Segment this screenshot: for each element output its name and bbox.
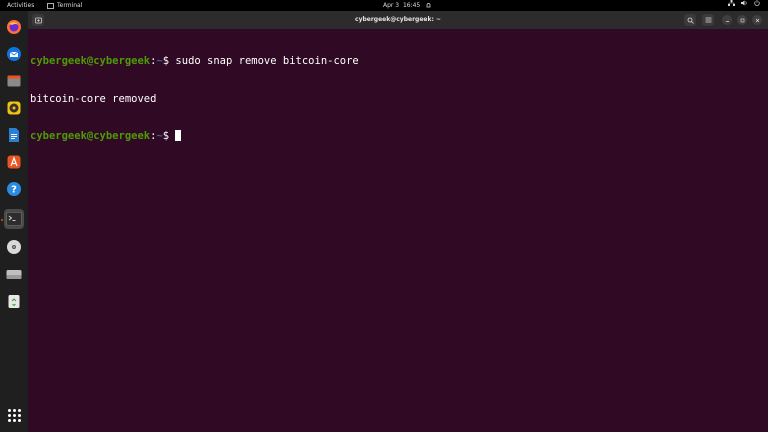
menu-button[interactable]: [702, 14, 714, 26]
dock-optical-disc[interactable]: [4, 237, 24, 257]
terminal-line: cybergeek@cybergeek:~$: [30, 130, 750, 143]
close-icon: [755, 18, 759, 22]
writer-icon: [9, 128, 19, 142]
thunderbird-icon: [7, 47, 21, 61]
dock-rhythmbox[interactable]: [4, 98, 24, 118]
clock[interactable]: Apr 3 16:45: [383, 0, 431, 11]
dock-help[interactable]: ?: [4, 179, 24, 199]
top-bar: Activities Terminal Apr 3 16:45: [0, 0, 768, 11]
app-menu-label: Terminal: [57, 2, 83, 9]
files-icon: [7, 75, 21, 87]
command-output: bitcoin-core removed: [30, 92, 157, 105]
prompt-user-host: cybergeek@cybergeek: [30, 55, 151, 67]
terminal-icon: [6, 212, 22, 226]
system-tray[interactable]: [728, 0, 760, 6]
maximize-button[interactable]: [737, 15, 747, 25]
title-bar[interactable]: cybergeek@cybergeek: ~: [28, 11, 768, 29]
maximize-icon: [740, 18, 744, 22]
trash-icon: [8, 295, 20, 308]
firefox-icon: [7, 20, 21, 34]
dock: ?: [0, 11, 28, 432]
minimize-button[interactable]: [722, 15, 732, 25]
activities-button[interactable]: Activities: [7, 0, 34, 11]
drive-icon: [6, 270, 22, 279]
show-apps-button[interactable]: [8, 409, 21, 422]
dock-app-center[interactable]: [4, 152, 24, 172]
prompt-symbol: $: [162, 130, 176, 142]
clock-time: 16:45: [402, 2, 421, 9]
dock-trash[interactable]: [4, 291, 24, 311]
terminal-line: cybergeek@cybergeek:~$ sudo snap remove …: [30, 55, 750, 68]
terminal-window: cybergeek@cybergeek: ~ cybergeek@cyberge…: [28, 11, 768, 432]
network-icon: [728, 0, 735, 6]
dock-firefox[interactable]: [4, 17, 24, 37]
running-indicator: [1, 219, 3, 221]
dock-writer[interactable]: [4, 125, 24, 145]
optical-disc-icon: [7, 240, 21, 254]
text-cursor: [175, 130, 182, 141]
svg-text:?: ?: [11, 185, 17, 196]
close-button[interactable]: [752, 15, 762, 25]
notification-bell-icon: [426, 2, 431, 7]
command-text: sudo snap remove bitcoin-core: [175, 55, 359, 67]
terminal-output[interactable]: cybergeek@cybergeek:~$ sudo snap remove …: [30, 30, 750, 430]
dock-terminal[interactable]: [4, 209, 24, 229]
minimize-icon: [725, 20, 729, 22]
terminal-small-icon: [47, 2, 54, 9]
search-button[interactable]: [684, 14, 696, 26]
terminal-line: bitcoin-core removed: [30, 93, 750, 106]
prompt-user-host: cybergeek@cybergeek: [30, 130, 151, 142]
power-icon: [754, 0, 760, 6]
hamburger-icon: [705, 17, 711, 23]
dock-drive[interactable]: [4, 264, 24, 284]
prompt-symbol: $: [162, 55, 176, 67]
search-icon: [687, 17, 694, 24]
clock-date: Apr 3: [383, 2, 400, 9]
volume-icon: [741, 0, 747, 6]
dock-files[interactable]: [4, 71, 24, 91]
rhythmbox-icon: [7, 101, 21, 115]
app-center-icon: [7, 155, 21, 169]
window-title: cybergeek@cybergeek: ~: [355, 16, 441, 23]
help-icon: ?: [7, 182, 21, 196]
dock-thunderbird[interactable]: [4, 44, 24, 64]
app-menu[interactable]: Terminal: [47, 0, 82, 11]
